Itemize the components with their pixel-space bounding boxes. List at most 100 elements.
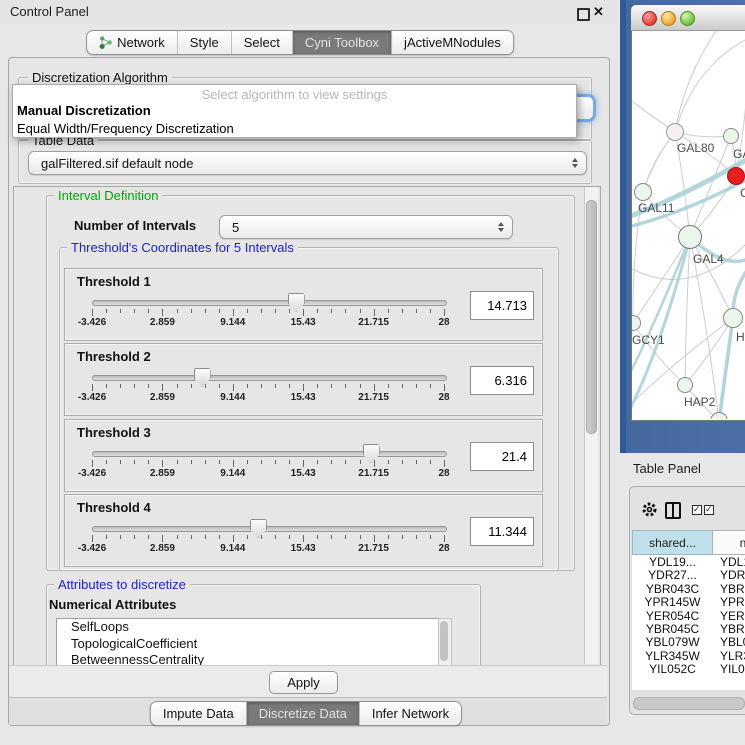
slider-track[interactable] — [92, 375, 447, 381]
table-row[interactable]: YER054CYER0 — [632, 609, 745, 622]
attribute-item-selfloops[interactable]: SelfLoops — [57, 619, 439, 636]
tick-mark — [92, 535, 93, 542]
tick-mark — [289, 384, 290, 388]
cell-shared-name: YIL052C — [632, 662, 713, 676]
table-row[interactable]: YDR27...YDR2 — [632, 568, 745, 581]
zoom-traffic-light-icon[interactable] — [680, 11, 695, 26]
tick-label: -3.426 — [78, 543, 106, 554]
tick-label: 2.859 — [150, 317, 175, 328]
tick-label: 28 — [438, 317, 449, 328]
algorithm-option-manual-discretization[interactable]: Manual Discretization — [13, 102, 576, 120]
combo-spinner-icon — [572, 158, 578, 168]
table-hscrollbar-thumb[interactable] — [633, 697, 745, 710]
tab-infer-network[interactable]: Infer Network — [360, 702, 461, 725]
table-row[interactable]: YLR345WYLR3 — [632, 649, 745, 662]
number-of-intervals-combo[interactable]: 5 — [219, 215, 513, 239]
threshold-value-field[interactable]: 6.316 — [470, 366, 534, 395]
table-rows: YDL19...YDL1YDR27...YDR2YBR043CYBR0YPR14… — [632, 555, 745, 690]
numerical-attributes-list[interactable]: SelfLoopsTopologicalCoefficientBetweenne… — [56, 618, 440, 667]
threshold-box-1: Threshold 1-3.4262.8599.14415.4321.71528… — [64, 268, 543, 341]
table-row[interactable]: YPR145WYPR1 — [632, 595, 745, 608]
tick-label: -3.426 — [78, 392, 106, 403]
thresholds-group-title: Threshold's Coordinates for 5 Intervals — [67, 240, 298, 255]
tick-mark — [106, 309, 107, 313]
attribute-item-topologicalcoefficient[interactable]: TopologicalCoefficient — [57, 636, 439, 653]
tab-label: Discretize Data — [259, 706, 347, 721]
slider-track[interactable] — [92, 451, 447, 457]
settings-scrollbar-thumb[interactable] — [586, 200, 597, 434]
slider-ticks — [92, 384, 445, 392]
tick-mark — [444, 460, 445, 467]
tab-label: Infer Network — [372, 706, 449, 721]
cell-shared-name: YER054C — [632, 609, 713, 623]
network-node-ga[interactable] — [723, 128, 739, 144]
tick-mark — [275, 460, 276, 464]
tick-mark — [345, 460, 346, 464]
tick-mark — [345, 309, 346, 313]
tick-mark — [430, 384, 431, 388]
slider-ticks — [92, 309, 445, 317]
threshold-value-field[interactable]: 21.4 — [470, 442, 534, 471]
network-node-hap2[interactable] — [677, 377, 693, 393]
slider-track[interactable] — [92, 526, 447, 532]
table-row[interactable]: YDL19...YDL1 — [632, 555, 745, 568]
algorithm-dropdown-popup: Select algorithm to view settings Manual… — [12, 84, 577, 138]
tick-mark — [303, 460, 304, 467]
tab-network[interactable]: Network — [87, 31, 178, 54]
apply-button[interactable]: Apply — [269, 671, 338, 694]
node-label: GAL80 — [677, 141, 714, 155]
threshold-label: Threshold 4 — [77, 500, 151, 515]
network-node-gal4[interactable] — [678, 225, 702, 249]
tick-mark — [416, 384, 417, 388]
tick-label: -3.426 — [78, 317, 106, 328]
tick-mark — [444, 309, 445, 316]
tick-mark — [317, 535, 318, 539]
tick-mark — [205, 460, 206, 464]
tick-mark — [275, 309, 276, 313]
minimize-traffic-light-icon[interactable] — [661, 11, 676, 26]
table-row[interactable]: YBR043CYBR0 — [632, 582, 745, 595]
threshold-value-field[interactable]: 11.344 — [470, 517, 534, 546]
tick-mark — [317, 309, 318, 313]
checkbox-icon[interactable] — [692, 505, 702, 515]
float-window-icon[interactable] — [577, 8, 590, 21]
tab-select[interactable]: Select — [232, 31, 293, 54]
column-header-shared-name[interactable]: shared... — [632, 530, 713, 555]
tick-label: 15.43 — [291, 392, 316, 403]
slider-track[interactable] — [92, 300, 447, 306]
cell-shared-name: YDL19... — [632, 555, 713, 569]
checkbox-icon[interactable] — [704, 505, 714, 515]
close-icon[interactable]: ✕ — [593, 4, 604, 20]
close-traffic-light-icon[interactable] — [642, 11, 657, 26]
tick-mark — [92, 460, 93, 467]
tick-mark — [416, 460, 417, 464]
tick-mark — [303, 535, 304, 542]
tab-discretize-data[interactable]: Discretize Data — [247, 702, 360, 725]
network-canvas[interactable]: GAL80GACGAL11GAL4GCY1HHAP2 — [632, 31, 745, 419]
tab-impute-data[interactable]: Impute Data — [151, 702, 247, 725]
table-row[interactable]: YBR045CYBR0 — [632, 622, 745, 635]
tick-mark — [289, 460, 290, 464]
table-data-combo[interactable]: galFiltered.sif default node — [28, 151, 587, 175]
network-node-c[interactable] — [727, 167, 745, 185]
tab-style[interactable]: Style — [178, 31, 232, 54]
tick-mark — [317, 384, 318, 388]
attributes-list-scrollbar-thumb[interactable] — [440, 621, 448, 661]
algorithm-option-equal-width-frequency-discretization[interactable]: Equal Width/Frequency Discretization — [13, 120, 576, 138]
table-row[interactable]: YBL079WYBL0 — [632, 635, 745, 648]
network-node-gal11[interactable] — [634, 183, 652, 201]
split-columns-icon[interactable] — [665, 502, 681, 519]
network-node-gal80[interactable] — [666, 123, 684, 141]
network-node-h[interactable] — [723, 308, 743, 328]
tick-mark — [374, 535, 375, 542]
column-header-name[interactable]: n — [712, 530, 745, 555]
combo-spinner-icon — [498, 222, 504, 232]
tab-jactivemnodules[interactable]: jActiveMNodules — [392, 31, 513, 54]
gear-icon[interactable] — [641, 501, 658, 518]
cell-shared-name: YPR145W — [632, 595, 713, 609]
tick-label: 9.144 — [220, 392, 245, 403]
tick-label: 21.715 — [358, 543, 389, 554]
table-row[interactable]: YIL052CYIL0 — [632, 662, 745, 675]
threshold-value-field[interactable]: 14.713 — [470, 291, 534, 320]
tab-cyni-toolbox[interactable]: Cyni Toolbox — [293, 31, 392, 54]
